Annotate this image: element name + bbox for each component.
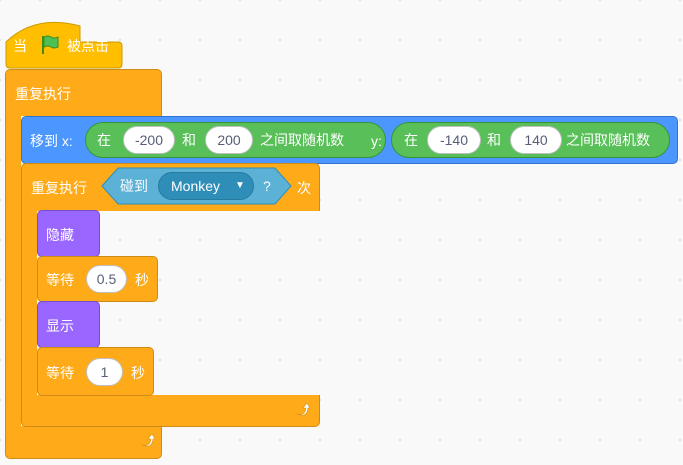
repeat-until-suffix: 次 [297, 180, 311, 196]
random-x-reporter[interactable]: 在 -200 和 200 之间取随机数 [85, 122, 386, 158]
random-x-suffix: 之间取随机数 [260, 132, 344, 148]
wait-1-seconds-input[interactable]: 0.5 [86, 265, 127, 293]
random-x-to-input[interactable]: 200 [205, 126, 253, 154]
random-x-and: 和 [182, 132, 196, 148]
random-y-reporter[interactable]: 在 -140 和 140 之间取随机数 [391, 122, 670, 158]
outer-forever-arm [5, 115, 21, 427]
repeat-until-arm [21, 210, 37, 396]
random-y-suffix: 之间取随机数 [566, 132, 650, 148]
repeat-until-block[interactable]: 重复执行 碰到 Monkey ▼ ? 次 [21, 163, 320, 211]
go-to-x-label: 移到 x: [30, 133, 73, 149]
wait-block-2[interactable]: 等待 1 秒 [37, 347, 154, 396]
wait-1-unit: 秒 [135, 272, 149, 288]
green-flag-icon [38, 34, 60, 61]
repeat-until-bottom[interactable] [21, 395, 320, 427]
loop-arrow-icon [294, 402, 311, 422]
random-x-from-input[interactable]: -200 [123, 126, 175, 154]
wait-block-1[interactable]: 等待 0.5 秒 [37, 256, 158, 302]
random-y-to-input[interactable]: 140 [510, 126, 562, 154]
hide-block[interactable]: 隐藏 [37, 210, 100, 257]
wait-2-label: 等待 [46, 365, 74, 381]
random-y-prefix: 在 [404, 132, 418, 148]
hat-suffix: 被点击 [67, 38, 109, 54]
show-block[interactable]: 显示 [37, 301, 100, 348]
random-y-and: 和 [487, 132, 501, 148]
when-flag-clicked-block[interactable]: 当 被点击 [5, 20, 123, 70]
outer-forever-bottom[interactable] [5, 426, 162, 459]
wait-1-label: 等待 [46, 272, 74, 288]
wait-2-unit: 秒 [131, 365, 145, 381]
touching-question: ? [263, 178, 271, 194]
show-label: 显示 [46, 318, 74, 334]
repeat-until-label: 重复执行 [31, 180, 87, 196]
outer-forever-block[interactable]: 重复执行 [5, 69, 162, 116]
random-x-prefix: 在 [97, 132, 111, 148]
hat-prefix: 当 [13, 38, 27, 54]
wait-2-seconds-input[interactable]: 1 [86, 358, 123, 386]
random-y-from-input[interactable]: -140 [427, 126, 481, 154]
go-to-xy-block[interactable]: 移到 x: 在 -200 和 200 之间取随机数 y: 在 -140 和 14… [21, 116, 678, 164]
touching-sensing-block[interactable]: 碰到 Monkey ▼ ? [101, 166, 292, 206]
loop-arrow-icon [139, 433, 156, 453]
outer-forever-label: 重复执行 [15, 86, 71, 102]
touching-target-dropdown[interactable]: Monkey ▼ [158, 172, 254, 200]
touching-target-value: Monkey [171, 178, 221, 194]
go-to-y-label: y: [371, 133, 382, 149]
touching-label: 碰到 [120, 178, 148, 194]
dropdown-caret-icon: ▼ [235, 180, 245, 191]
hide-label: 隐藏 [46, 227, 74, 243]
